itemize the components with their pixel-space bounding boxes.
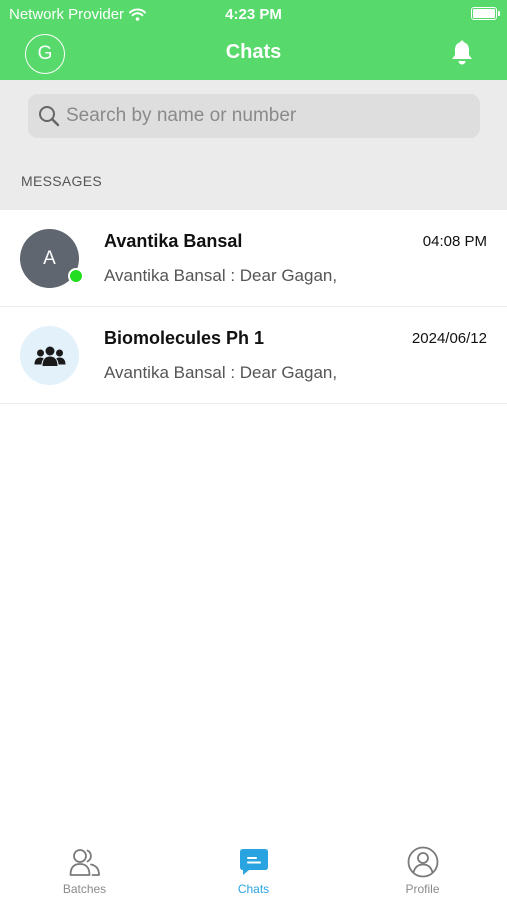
tab-bar: Batches Chats Profile bbox=[0, 836, 507, 900]
nav-bar: G Chats bbox=[0, 28, 507, 80]
batches-icon bbox=[69, 846, 101, 878]
profile-icon bbox=[407, 846, 439, 878]
chat-preview: Avantika Bansal : Dear Gagan, bbox=[104, 266, 338, 285]
search-bar[interactable] bbox=[28, 94, 480, 138]
chat-row[interactable]: Biomolecules Ph 1 2024/06/12 Avantika Ba… bbox=[0, 307, 507, 404]
search-section: MESSAGES bbox=[0, 80, 507, 210]
chat-row[interactable]: A Avantika Bansal 04:08 PM Avantika Bans… bbox=[0, 210, 507, 307]
tab-profile[interactable]: Profile bbox=[338, 836, 507, 900]
status-time: 4:23 PM bbox=[225, 6, 282, 23]
bell-icon bbox=[452, 40, 472, 65]
search-input[interactable] bbox=[66, 105, 466, 127]
chat-list: A Avantika Bansal 04:08 PM Avantika Bans… bbox=[0, 210, 507, 404]
tab-chats[interactable]: Chats bbox=[169, 836, 338, 900]
group-avatar bbox=[20, 326, 79, 385]
search-icon bbox=[39, 106, 60, 127]
chat-name: Biomolecules Ph 1 bbox=[104, 328, 265, 348]
app-header: Network Provider 4:23 PM G Chats bbox=[0, 0, 507, 80]
tab-label: Profile bbox=[405, 882, 440, 896]
notifications-button[interactable] bbox=[447, 38, 477, 68]
chat-name: Avantika Bansal bbox=[104, 231, 243, 251]
chats-icon bbox=[238, 846, 270, 878]
battery-icon bbox=[471, 7, 500, 20]
tab-batches[interactable]: Batches bbox=[0, 836, 169, 900]
chat-timestamp: 04:08 PM bbox=[422, 233, 487, 250]
tab-label: Batches bbox=[62, 882, 107, 896]
page-title: Chats bbox=[225, 41, 282, 63]
group-icon bbox=[34, 346, 65, 366]
online-status-indicator bbox=[68, 268, 84, 284]
status-bar: Network Provider 4:23 PM bbox=[0, 0, 507, 28]
chat-preview: Avantika Bansal : Dear Gagan, bbox=[104, 363, 338, 382]
account-avatar-button[interactable]: G bbox=[25, 34, 65, 74]
chat-timestamp: 2024/06/12 bbox=[411, 330, 487, 347]
tab-label: Chats bbox=[237, 882, 270, 896]
messages-section-label: MESSAGES bbox=[21, 173, 102, 189]
